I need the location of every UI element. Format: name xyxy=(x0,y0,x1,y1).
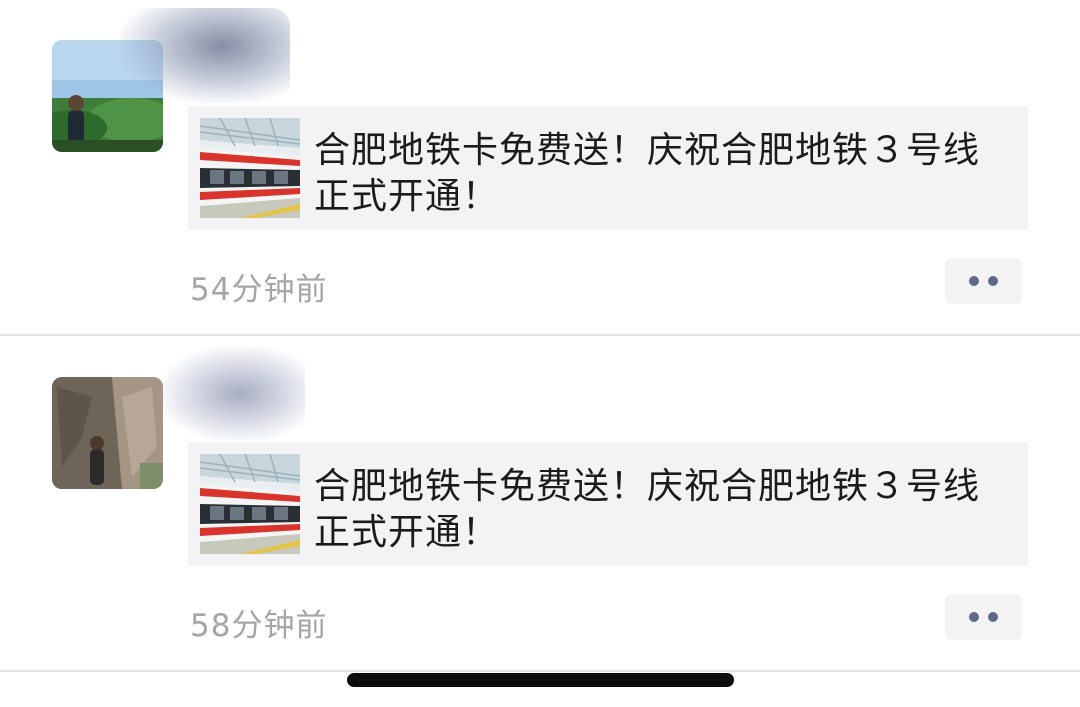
shared-link-card[interactable]: 合肥地铁卡免费送！庆祝合肥地铁３号线正式开通！ xyxy=(188,106,1028,230)
moment-post-2: 合肥地铁卡免费送！庆祝合肥地铁３号线正式开通！ 58分钟前 xyxy=(0,336,1080,670)
more-dot-icon xyxy=(988,612,998,622)
user-avatar[interactable] xyxy=(52,377,163,489)
home-indicator[interactable] xyxy=(347,673,734,687)
metro-train-icon xyxy=(200,118,300,218)
avatar-photo-icon xyxy=(52,377,163,489)
shared-link-title: 合肥地铁卡免费送！庆祝合肥地铁３号线正式开通！ xyxy=(314,466,981,553)
shared-link-title: 合肥地铁卡免费送！庆祝合肥地铁３号线正式开通！ xyxy=(314,130,981,217)
username-obscured[interactable] xyxy=(160,346,305,441)
more-actions-button[interactable] xyxy=(945,258,1022,304)
username-obscured[interactable] xyxy=(120,8,290,103)
metro-train-thumbnail xyxy=(200,118,300,218)
post-timestamp: 58分钟前 xyxy=(190,608,328,644)
more-dot-icon xyxy=(969,276,979,286)
moment-post-1: 合肥地铁卡免费送！庆祝合肥地铁３号线正式开通！ 54分钟前 xyxy=(0,0,1080,334)
metro-train-icon xyxy=(200,454,300,554)
more-dot-icon xyxy=(969,612,979,622)
more-actions-button[interactable] xyxy=(945,594,1022,640)
metro-train-thumbnail xyxy=(200,454,300,554)
post-timestamp: 54分钟前 xyxy=(190,272,328,308)
more-dot-icon xyxy=(988,276,998,286)
post-divider xyxy=(0,670,1080,672)
shared-link-card[interactable]: 合肥地铁卡免费送！庆祝合肥地铁３号线正式开通！ xyxy=(188,442,1028,566)
